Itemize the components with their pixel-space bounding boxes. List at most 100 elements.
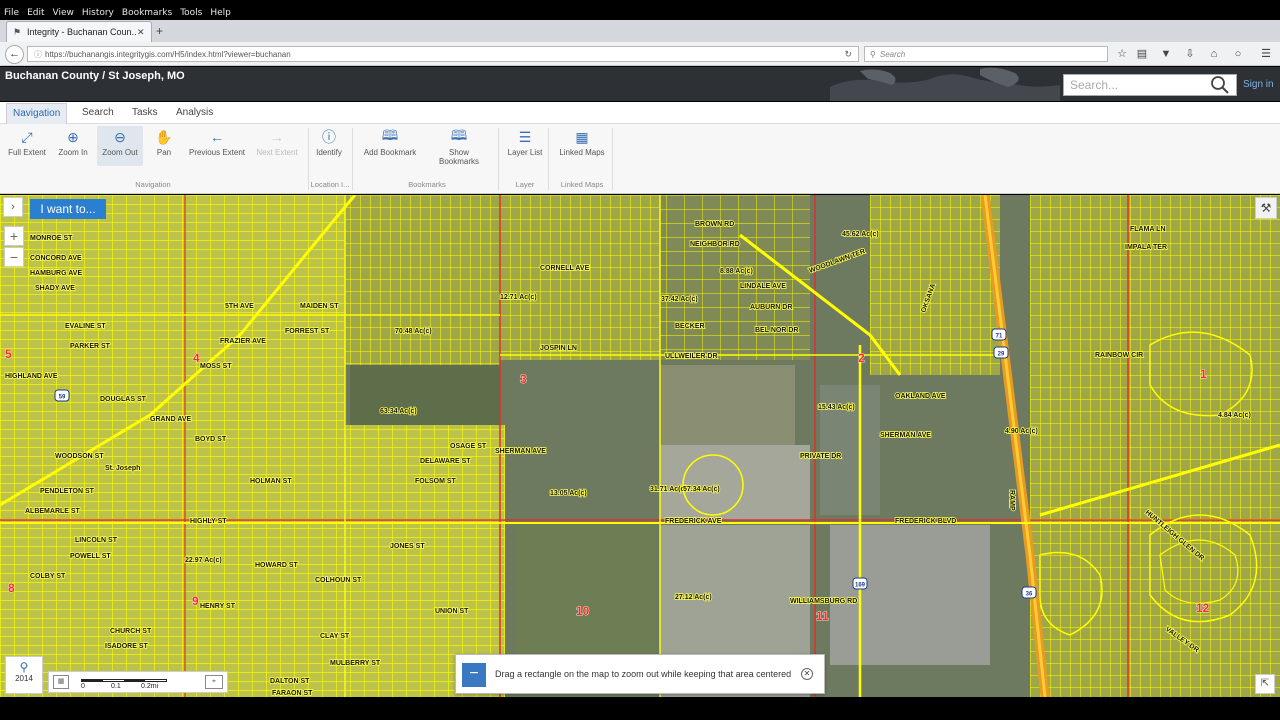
- expand-icon[interactable]: ⇱: [1255, 674, 1275, 694]
- menu-tools[interactable]: Tools: [176, 8, 206, 18]
- map-zoom-in-button[interactable]: +: [4, 226, 24, 246]
- identify-button[interactable]: ⓘ Identify: [312, 128, 346, 157]
- street-label: BECKER: [675, 323, 705, 330]
- previous-extent-button[interactable]: ← Previous Extent: [186, 128, 248, 157]
- info-icon: ⓘ: [322, 129, 336, 145]
- add-bookmark-label: Add Bookmark: [363, 148, 417, 157]
- add-bookmark-button[interactable]: 🕮 Add Bookmark: [360, 127, 420, 157]
- tab-title: Integrity - Buchanan Coun...: [27, 27, 137, 37]
- parcel-acreage-label: 63.34 Ac(c): [380, 408, 417, 415]
- menu-help[interactable]: Help: [206, 8, 235, 18]
- tools-icon[interactable]: ⚒: [1255, 197, 1277, 219]
- tab-tasks[interactable]: Tasks: [126, 103, 164, 123]
- search-icon[interactable]: [1210, 75, 1230, 95]
- star-icon[interactable]: ☆: [1114, 46, 1130, 62]
- ruler-icon[interactable]: ▦: [53, 675, 69, 689]
- menu-edit[interactable]: Edit: [23, 8, 48, 18]
- commercial-parcel: [830, 525, 990, 665]
- browser-search-placeholder: Search: [879, 49, 906, 59]
- district-number: 9: [192, 594, 199, 608]
- street-label: PENDLETON ST: [40, 488, 95, 495]
- browser-tab-strip: [0, 20, 1280, 42]
- tab-analysis[interactable]: Analysis: [170, 103, 219, 123]
- map-canvas[interactable]: MONROE ST CONCORD AVE HAMBURG AVE SHADY AVE…: [0, 195, 1280, 697]
- download-icon[interactable]: ⇩: [1182, 46, 1198, 62]
- parcel-area-northcentral: [500, 195, 660, 360]
- parcel-area-east: [1030, 195, 1280, 697]
- pocket-icon[interactable]: ▼: [1158, 46, 1174, 62]
- menu-file[interactable]: File: [0, 8, 23, 18]
- parcel-map[interactable]: MONROE ST CONCORD AVE HAMBURG AVE SHADY AVE…: [0, 195, 1280, 697]
- search-icon: ⚲: [870, 49, 876, 59]
- street-label: DALTON ST: [270, 678, 310, 685]
- info-icon[interactable]: ⓘ: [34, 49, 42, 60]
- street-label: ULLWEILER DR: [665, 353, 718, 360]
- menu-icon[interactable]: ☰: [1258, 46, 1274, 62]
- menu-view[interactable]: View: [49, 8, 78, 18]
- imagery-year: 2014: [15, 674, 33, 683]
- url-bar[interactable]: ⓘ https://buchanangis.integritygis.com/H…: [27, 46, 859, 62]
- back-button[interactable]: ←: [5, 45, 24, 64]
- next-extent-button[interactable]: → Next Extent: [252, 128, 302, 157]
- parcel-area-northeast: [660, 195, 810, 360]
- street-label: CLAY ST: [320, 633, 350, 640]
- zoom-in-button[interactable]: ⊕ Zoom In: [52, 128, 94, 158]
- menu-bookmarks[interactable]: Bookmarks: [118, 8, 176, 18]
- street-label: SHERMAN AVE: [495, 448, 546, 455]
- street-label: BROWN RD: [695, 221, 734, 228]
- street-label: WOODSON ST: [55, 453, 104, 460]
- full-extent-button[interactable]: ⤢ Full Extent: [6, 128, 48, 158]
- street-label: PRIVATE DR: [800, 453, 841, 460]
- close-icon[interactable]: ✕: [801, 668, 813, 680]
- street-label: ISADORE ST: [105, 643, 149, 650]
- route-shield-number: 36: [1026, 592, 1033, 598]
- sign-in-link[interactable]: Sign in: [1243, 79, 1274, 90]
- street-label: St. Joseph: [105, 465, 140, 472]
- close-tab-icon[interactable]: ✕: [137, 27, 147, 38]
- scale-label-2: 0.2mi: [141, 683, 159, 690]
- linked-maps-label: Linked Maps: [559, 148, 605, 157]
- pan-label: Pan: [156, 148, 172, 157]
- parcel-acreage-label: 27.12 Ac(c): [675, 594, 712, 601]
- zoom-out-button[interactable]: ⊖ Zoom Out: [97, 126, 143, 166]
- parcel-acreage-label: 57.34 Ac(c): [683, 486, 720, 493]
- street-label: RAINBOW CIR: [1095, 352, 1143, 359]
- layer-list-button[interactable]: ☰ Layer List: [504, 128, 546, 158]
- linked-maps-button[interactable]: ▦ Linked Maps: [556, 128, 608, 158]
- imagery-year-selector[interactable]: ⚲ 2014: [5, 656, 43, 694]
- show-bookmarks-button[interactable]: 🕮 Show Bookmarks: [434, 127, 484, 166]
- i-want-to-button[interactable]: I want to...: [30, 199, 106, 219]
- side-panel-toggle[interactable]: ›: [3, 197, 23, 217]
- street-label: HAMBURG AVE: [30, 270, 82, 277]
- new-tab-icon[interactable]: +: [156, 24, 163, 38]
- tab-search[interactable]: Search: [76, 103, 120, 123]
- map-zoom-out-button[interactable]: −: [4, 247, 24, 267]
- street-label: SHERMAN AVE: [880, 432, 931, 439]
- parcel-acreage-label: 4.90 Ac(c): [1005, 428, 1038, 435]
- street-label: FREDERICK AVE: [665, 518, 722, 525]
- zoom-in-icon: ⊕: [67, 128, 79, 145]
- zoom-out-icon: ⊖: [114, 128, 126, 145]
- library-icon[interactable]: ▤: [1134, 46, 1150, 62]
- menu-history[interactable]: History: [78, 8, 118, 18]
- route-shield-number: 29: [998, 352, 1005, 358]
- pan-button[interactable]: ✋ Pan: [146, 128, 182, 158]
- layer-list-label: Layer List: [507, 148, 543, 157]
- street-label: FRAZIER AVE: [220, 338, 266, 345]
- ribbon-divider: [548, 128, 549, 190]
- home-icon[interactable]: ⌂: [1206, 46, 1222, 62]
- street-label: PARKER ST: [70, 343, 111, 350]
- group-bookmarks-label: Bookmarks: [408, 180, 446, 189]
- ribbon-divider: [498, 128, 499, 190]
- street-label: BOYD ST: [195, 436, 227, 443]
- reload-icon[interactable]: ↻: [844, 49, 852, 60]
- browser-search-field[interactable]: ⚲ Search: [864, 46, 1108, 62]
- ribbon-divider: [352, 128, 353, 190]
- coordinate-icon[interactable]: ⌖: [205, 675, 223, 689]
- previous-extent-label: Previous Extent: [188, 148, 246, 157]
- street-label: HIGHLY ST: [190, 518, 227, 525]
- tab-navigation[interactable]: Navigation: [6, 103, 68, 124]
- browser-tab[interactable]: ⚑ Integrity - Buchanan Coun... ✕: [6, 21, 152, 42]
- street-label: ALBEMARLE ST: [25, 508, 81, 515]
- chat-icon[interactable]: ○: [1230, 46, 1246, 62]
